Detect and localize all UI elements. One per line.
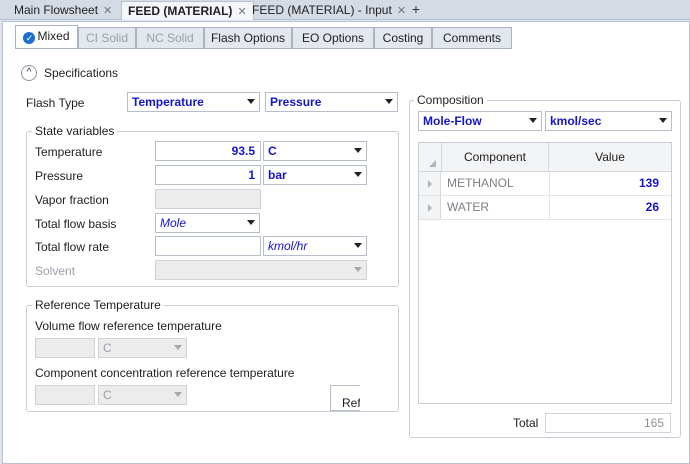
flash-spec2-value: Pressure bbox=[270, 95, 322, 109]
doc-tab-main-flowsheet[interactable]: Main Flowsheet ✕ bbox=[8, 1, 118, 20]
composition-unit-value: kmol/sec bbox=[550, 114, 602, 128]
state-variables-title: State variables bbox=[32, 124, 118, 138]
total-flow-rate-input[interactable] bbox=[155, 236, 261, 256]
concentration-ref-temp-unit-dropdown: C bbox=[98, 385, 187, 405]
table-row[interactable]: WATER 26 bbox=[419, 196, 671, 220]
concentration-ref-temp-input bbox=[35, 385, 95, 405]
reference-temperature-title: Reference Temperature bbox=[32, 298, 164, 312]
flash-type-label: Flash Type bbox=[26, 96, 85, 110]
pressure-label: Pressure bbox=[35, 169, 84, 183]
value-cell[interactable]: 139 bbox=[549, 172, 671, 195]
tab-nc-solid[interactable]: NC Solid bbox=[136, 27, 204, 48]
dropdown-arrow-icon bbox=[174, 392, 182, 397]
column-header-component[interactable]: Component bbox=[442, 143, 549, 172]
tab-label: Mixed bbox=[37, 29, 70, 43]
tab-divider bbox=[15, 48, 512, 49]
temperature-unit-value: C bbox=[268, 144, 277, 158]
concentration-ref-temp-unit-value: C bbox=[103, 388, 112, 402]
doc-tab-feed-material[interactable]: FEED (MATERIAL) ✕ bbox=[121, 1, 254, 20]
dropdown-arrow-icon bbox=[354, 148, 362, 153]
table-row[interactable]: METHANOL 139 bbox=[419, 172, 671, 196]
total-flow-basis-value: Mole bbox=[160, 216, 187, 230]
new-tab-button[interactable]: + bbox=[408, 1, 424, 18]
tab-eo-options[interactable]: EO Options bbox=[292, 27, 374, 48]
close-icon[interactable]: ✕ bbox=[103, 5, 112, 17]
dropdown-arrow-icon bbox=[354, 243, 362, 248]
component-cell: WATER bbox=[447, 200, 489, 214]
tab-mixed[interactable]: ✓ Mixed bbox=[15, 25, 78, 49]
total-label: Total bbox=[513, 416, 539, 430]
flow-rate-unit-dropdown[interactable]: kmol/hr bbox=[263, 236, 367, 256]
vapor-fraction-label: Vapor fraction bbox=[35, 193, 109, 207]
flash-spec2-dropdown[interactable]: Pressure bbox=[265, 92, 398, 112]
row-header[interactable] bbox=[419, 172, 441, 196]
doc-tab-feed-material-input[interactable]: FEED (MATERIAL) - Input ✕ bbox=[246, 1, 412, 20]
composition-title: Composition bbox=[414, 93, 487, 107]
total-flow-rate-label: Total flow rate bbox=[35, 240, 110, 254]
concentration-ref-temp-label: Component concentration reference temper… bbox=[35, 366, 295, 380]
row-selector-icon bbox=[428, 180, 432, 188]
tab-costing[interactable]: Costing bbox=[374, 27, 432, 48]
total-value-field: 165 bbox=[545, 413, 671, 433]
vapor-fraction-input bbox=[155, 189, 261, 209]
composition-grid: Component Value METHANOL 139 WATER 26 bbox=[418, 142, 672, 404]
dropdown-arrow-icon bbox=[174, 345, 182, 350]
column-header-value[interactable]: Value bbox=[549, 143, 671, 172]
tab-ci-solid[interactable]: CI Solid bbox=[78, 27, 136, 48]
close-icon[interactable]: ✕ bbox=[397, 5, 406, 17]
select-all-icon bbox=[429, 160, 436, 167]
check-circle-icon: ✓ bbox=[23, 32, 36, 44]
volume-ref-temp-label: Volume flow reference temperature bbox=[35, 319, 222, 333]
volume-ref-temp-input bbox=[35, 338, 95, 358]
volume-ref-temp-unit-dropdown: C bbox=[98, 338, 187, 358]
doc-tab-label: Main Flowsheet bbox=[14, 3, 99, 17]
temperature-label: Temperature bbox=[35, 145, 103, 159]
doc-tab-label: FEED (MATERIAL) - Input bbox=[252, 3, 392, 17]
pressure-unit-value: bar bbox=[268, 168, 287, 182]
total-flow-basis-label: Total flow basis bbox=[35, 217, 117, 231]
pressure-unit-dropdown[interactable]: bar bbox=[263, 165, 367, 185]
tab-flash-options[interactable]: Flash Options bbox=[204, 27, 292, 48]
total-flow-basis-dropdown[interactable]: Mole bbox=[155, 213, 260, 233]
temperature-input[interactable]: 93.5 bbox=[155, 141, 261, 161]
dropdown-arrow-icon bbox=[529, 118, 537, 123]
row-selector-icon bbox=[428, 204, 432, 212]
row-header[interactable] bbox=[419, 196, 441, 220]
specifications-title: Specifications bbox=[44, 66, 119, 80]
volume-ref-temp-unit-value: C bbox=[103, 341, 112, 355]
dropdown-arrow-icon bbox=[247, 99, 255, 104]
flash-spec1-dropdown[interactable]: Temperature bbox=[127, 92, 260, 112]
solvent-label: Solvent bbox=[35, 264, 76, 278]
grid-corner[interactable] bbox=[419, 143, 442, 172]
flow-rate-unit-value: kmol/hr bbox=[268, 239, 308, 253]
component-cell: METHANOL bbox=[447, 176, 514, 190]
composition-unit-dropdown[interactable]: kmol/sec bbox=[545, 111, 672, 131]
dropdown-arrow-icon bbox=[354, 172, 362, 177]
temperature-unit-dropdown[interactable]: C bbox=[263, 141, 367, 161]
doc-tab-label: FEED (MATERIAL) bbox=[128, 4, 233, 18]
dropdown-arrow-icon bbox=[385, 99, 393, 104]
composition-basis-value: Mole-Flow bbox=[423, 114, 482, 128]
ref-button[interactable]: Ref bbox=[330, 385, 360, 411]
solvent-dropdown bbox=[155, 260, 367, 280]
flash-spec1-value: Temperature bbox=[132, 95, 204, 109]
collapse-chevron-icon[interactable]: ^ bbox=[21, 65, 37, 81]
dropdown-arrow-icon bbox=[659, 118, 667, 123]
value-cell[interactable]: 26 bbox=[549, 196, 671, 219]
dropdown-arrow-icon bbox=[247, 220, 255, 225]
composition-basis-dropdown[interactable]: Mole-Flow bbox=[418, 111, 542, 131]
dropdown-arrow-icon bbox=[354, 267, 362, 272]
pressure-input[interactable]: 1 bbox=[155, 165, 261, 185]
tab-comments[interactable]: Comments bbox=[432, 27, 512, 48]
